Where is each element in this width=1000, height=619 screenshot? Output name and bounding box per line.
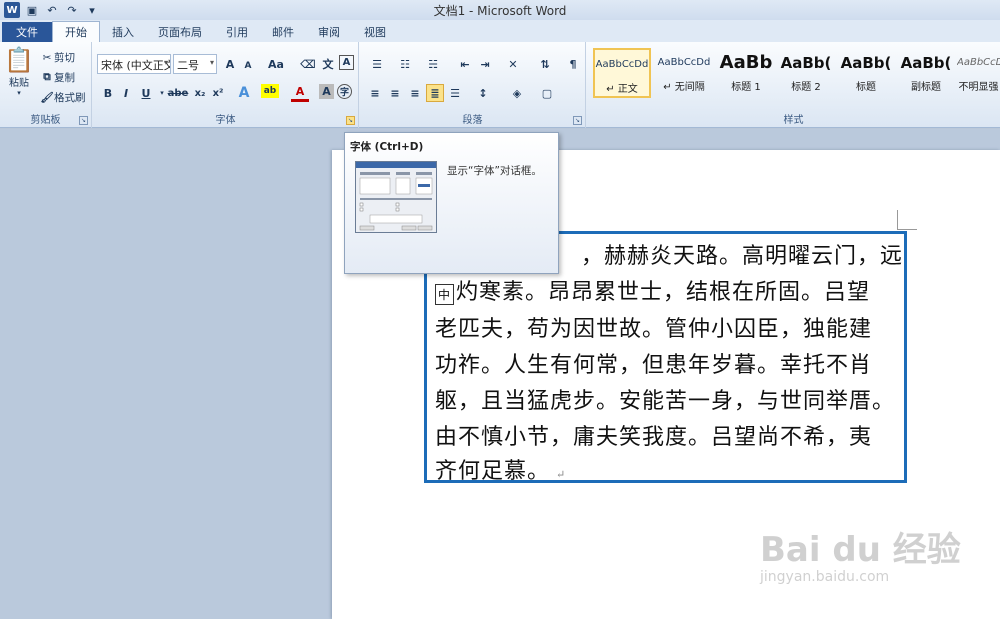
sort-icon[interactable]: ⇅	[536, 55, 554, 73]
format-painter-button[interactable]: 🖌 格式刷	[40, 90, 85, 105]
style-no-spacing[interactable]: AaBbCcDd ↵ 无间隔	[655, 48, 713, 98]
font-dialog-tooltip: 字体 (Ctrl+D) 显示“字体”对话框。	[344, 132, 559, 274]
font-face-select[interactable]: 宋体 (中文正文 ▾	[97, 54, 171, 74]
text-line: 齐何足慕。 ↵	[435, 459, 567, 484]
paste-button[interactable]: 📋 粘贴 ▾	[4, 46, 34, 106]
align-right-icon[interactable]: ≡	[406, 84, 424, 102]
character-border-button[interactable]: A	[339, 55, 354, 70]
ribbon: 📋 粘贴 ▾ ✂ 剪切 ⧉ 复制 🖌 格式刷 剪贴板 ↘ 宋体 (中文正文 ▾ 二…	[0, 42, 1000, 128]
borders-icon[interactable]: ▢	[536, 84, 558, 102]
clipboard-launcher-icon[interactable]: ↘	[79, 116, 88, 125]
chevron-down-icon: ▾	[209, 58, 214, 67]
style-subtle-emphasis[interactable]: AaBbCcD 不明显强	[957, 48, 1000, 98]
paragraph-launcher-icon[interactable]: ↘	[573, 116, 582, 125]
chinese-layout-icon[interactable]: ✕	[502, 55, 524, 73]
copy-icon: ⧉	[43, 71, 51, 83]
style-heading-1[interactable]: AaBb 标题 1	[717, 48, 775, 98]
align-left-icon[interactable]: ≡	[366, 84, 384, 102]
highlight-icon[interactable]: ab	[261, 84, 279, 98]
numbering-icon[interactable]: ☷	[394, 55, 416, 73]
font-dialog-launcher-icon[interactable]: ↘	[346, 116, 355, 125]
style-normal[interactable]: AaBbCcDd ↵ 正文	[593, 48, 651, 98]
text-line: 中灼寒素。昂昂累世士，结根在所固。吕望	[435, 274, 903, 306]
show-marks-icon[interactable]: ¶	[564, 55, 582, 73]
scissors-icon: ✂	[42, 51, 52, 64]
title-bar: W ▣ ↶ ↷ ▾ 文档1 - Microsoft Word	[0, 0, 1000, 20]
align-center-icon[interactable]: ≡	[386, 84, 404, 102]
shrink-font-button[interactable]: A	[239, 57, 257, 75]
clear-formatting-icon[interactable]: ⌫	[299, 55, 317, 73]
increase-indent-icon[interactable]: ⇥	[476, 55, 494, 73]
phonetic-guide-icon[interactable]: 文	[319, 55, 337, 73]
text-line: 躯，且当猛虎步。安能苦一身，与世同举厝。	[435, 389, 896, 414]
tab-file[interactable]: 文件	[2, 22, 52, 42]
page-margin-mark	[897, 210, 917, 230]
group-label-paragraph: 段落	[462, 115, 483, 126]
paragraph-group: ☰ ☷ ☵ ⇤ ⇥ ✕ ⇅ ¶ ≡ ≡ ≡ ≣ ☰ ↕ ◈ ▢ 段落 ↘	[360, 42, 586, 128]
bullets-icon[interactable]: ☰	[366, 55, 388, 73]
text-line: 功祚。人生有何常，但患年岁暮。幸托不肖	[435, 353, 873, 378]
tab-review[interactable]: 审阅	[306, 22, 352, 42]
save-icon[interactable]: ▣	[24, 2, 40, 18]
bold-button[interactable]: B	[99, 84, 117, 102]
enclosed-character-icon[interactable]: 字	[337, 84, 352, 99]
grow-font-button[interactable]: A	[221, 55, 239, 73]
distributed-icon[interactable]: ☰	[446, 84, 464, 102]
tab-home[interactable]: 开始	[52, 21, 100, 42]
paste-icon: 📋	[4, 46, 34, 74]
dialog-thumbnail-icon	[356, 162, 436, 231]
character-shading-icon[interactable]: A	[319, 84, 334, 99]
tab-page-layout[interactable]: 页面布局	[146, 22, 214, 42]
justify-icon[interactable]: ≣	[426, 84, 444, 102]
group-label-styles: 样式	[783, 115, 804, 126]
undo-icon[interactable]: ↶	[44, 2, 60, 18]
tab-mailings[interactable]: 邮件	[260, 22, 306, 42]
tooltip-description: 显示“字体”对话框。	[447, 165, 542, 177]
tab-view[interactable]: 视图	[352, 22, 398, 42]
style-heading-2[interactable]: AaBb( 标题 2	[777, 48, 835, 98]
paragraph-mark: ↵	[556, 468, 567, 481]
ribbon-tabs: 文件 开始 插入 页面布局 引用 邮件 审阅 视图	[0, 20, 1000, 42]
watermark-url: jingyan.baidu.com	[760, 569, 890, 585]
superscript-button[interactable]: x²	[209, 84, 227, 102]
baidu-watermark: Bai du 经验 jingyan.baidu.com	[760, 522, 961, 585]
text-line: 老匹夫，苟为因世故。管仲小囚臣，独能建	[435, 317, 873, 342]
copy-button[interactable]: ⧉ 复制	[40, 70, 75, 85]
clipboard-group: 📋 粘贴 ▾ ✂ 剪切 ⧉ 复制 🖌 格式刷 剪贴板 ↘	[0, 42, 92, 128]
tab-references[interactable]: 引用	[214, 22, 260, 42]
tab-insert[interactable]: 插入	[100, 22, 146, 42]
chevron-down-icon: ▾	[163, 58, 168, 67]
subscript-button[interactable]: x₂	[191, 84, 209, 102]
styles-group: AaBbCcDd ↵ 正文 AaBbCcDd ↵ 无间隔 AaBb 标题 1 A…	[587, 42, 1000, 128]
font-size-select[interactable]: 二号 ▾	[173, 54, 217, 74]
line-spacing-icon[interactable]: ↕	[472, 84, 494, 102]
brush-icon: 🖌	[40, 92, 54, 104]
cut-button[interactable]: ✂ 剪切	[40, 50, 75, 65]
customize-qat-icon[interactable]: ▾	[84, 2, 100, 18]
style-title[interactable]: AaBb( 标题	[837, 48, 895, 98]
change-case-button[interactable]: Aa	[265, 55, 287, 73]
ime-indicator: 中	[435, 284, 455, 305]
decrease-indent-icon[interactable]: ⇤	[456, 55, 474, 73]
redo-icon[interactable]: ↷	[64, 2, 80, 18]
multilevel-list-icon[interactable]: ☵	[422, 55, 444, 73]
italic-button[interactable]: I	[117, 84, 135, 102]
font-group: 宋体 (中文正文 ▾ 二号 ▾ A A Aa ⌫ 文 A B I U ▾ abe x…	[93, 42, 359, 128]
text-effects-icon[interactable]: A	[235, 84, 253, 102]
group-label-clipboard: 剪贴板	[30, 115, 61, 126]
shading-icon[interactable]: ◈	[506, 84, 528, 102]
watermark-logo: Bai du 经验	[760, 530, 961, 570]
window-title: 文档1 - Microsoft Word	[433, 4, 567, 18]
chevron-down-icon: ▾	[17, 89, 21, 97]
word-logo-icon[interactable]: W	[4, 2, 20, 18]
style-subtitle[interactable]: AaBb( 副标题	[897, 48, 955, 98]
font-dialog-preview-image	[355, 161, 437, 233]
font-color-icon[interactable]: A	[291, 84, 309, 102]
text-line: 由不慎小节，庸夫笑我度。吕望尚不希，夷	[435, 425, 873, 450]
strikethrough-button[interactable]: abe	[167, 84, 189, 102]
group-label-font: 字体	[215, 115, 236, 126]
tooltip-title: 字体 (Ctrl+D)	[350, 141, 424, 153]
